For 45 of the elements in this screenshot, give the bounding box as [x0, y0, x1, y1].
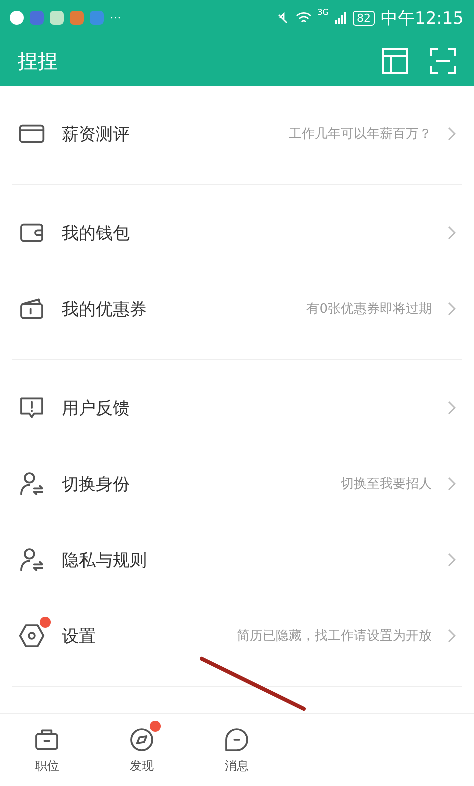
menu-item[interactable]: 隐私与规则 — [12, 522, 462, 598]
battery-level: 82 — [353, 10, 375, 26]
chevron-icon — [448, 477, 456, 491]
settings-icon — [18, 622, 46, 650]
menu-hint: 简历已隐藏，找工作请设置为开放 — [237, 628, 432, 645]
menu-label: 隐私与规则 — [62, 550, 148, 572]
page-title: 捏捏 — [18, 48, 59, 74]
menu-hint: 有0张优惠券即将过期 — [306, 301, 432, 318]
menu-label: 我的优惠券 — [62, 298, 148, 320]
scan-icon[interactable] — [430, 48, 456, 74]
menu-item[interactable]: 薪资测评 工作几年可以年薪百万？ — [12, 96, 462, 172]
menu-hint: 工作几年可以年薪百万？ — [289, 126, 432, 143]
chevron-icon — [448, 401, 456, 415]
tab[interactable]: 职位 — [0, 714, 95, 786]
menu-label: 切换身份 — [62, 474, 131, 496]
chevron-icon — [448, 302, 456, 316]
compass-icon — [128, 726, 156, 754]
user-switch-icon — [18, 546, 46, 574]
network-type: 3G — [318, 8, 329, 17]
app-icon — [30, 11, 44, 25]
tab[interactable]: 消息 — [190, 714, 284, 786]
menu-item[interactable]: 我的钱包 — [12, 195, 462, 271]
menu-item[interactable]: 用户反馈 — [12, 370, 462, 446]
menu-label: 我的钱包 — [62, 222, 131, 244]
tab[interactable]: 发现 — [94, 714, 190, 786]
menu-label: 薪资测评 — [62, 124, 131, 146]
chevron-icon — [448, 629, 456, 643]
wifi-icon — [296, 11, 312, 25]
mute-icon — [276, 11, 290, 25]
layout-icon[interactable] — [382, 48, 408, 74]
clock: 中午12:15 — [381, 8, 464, 30]
menu-label: 用户反馈 — [62, 398, 131, 420]
more-notifications: ··· — [110, 11, 122, 25]
menu-item[interactable]: 我的优惠券 有0张优惠券即将过期 — [12, 271, 462, 347]
menu-hint: 切换至我要招人 — [341, 476, 432, 493]
signal-icon — [335, 12, 347, 24]
chevron-icon — [448, 226, 456, 240]
chevron-icon — [448, 553, 456, 567]
menu-item[interactable]: 切换身份 切换至我要招人 — [12, 446, 462, 522]
chat-icon — [222, 726, 251, 754]
menu-item[interactable]: 设置 简历已隐藏，找工作请设置为开放 — [12, 598, 462, 674]
app-icon — [70, 11, 84, 25]
chevron-icon — [448, 127, 456, 141]
menu-label: 设置 — [62, 626, 97, 648]
user-switch-icon — [18, 470, 46, 498]
